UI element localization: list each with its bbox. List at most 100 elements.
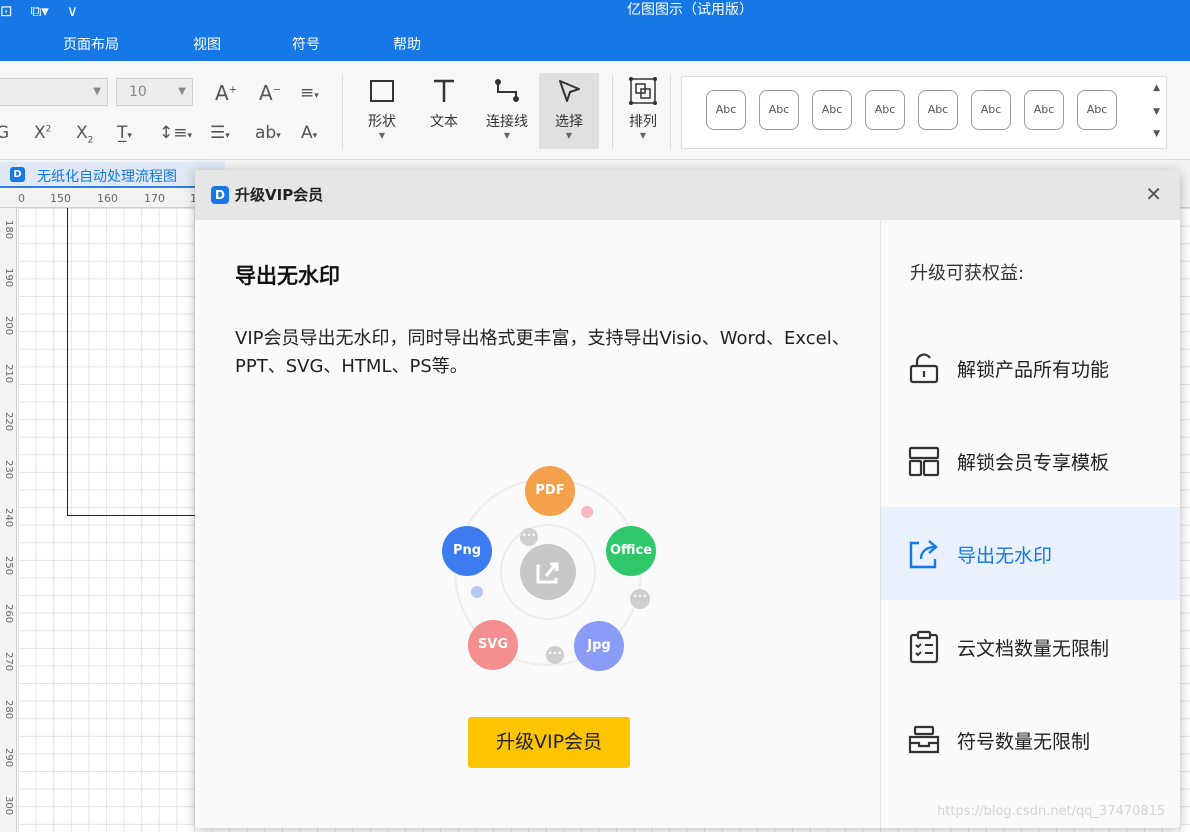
ruler-tick-label: 150	[50, 192, 71, 205]
scroll-up-icon[interactable]: ▲	[1153, 83, 1160, 93]
ruler-tick-label: 190	[3, 268, 14, 288]
chevron-down-icon: ▼	[178, 86, 186, 97]
diagram-connector-line[interactable]	[67, 515, 197, 516]
document-tab[interactable]: D 无纸化自动处理流程图	[0, 162, 225, 188]
dialog-title: 升级VIP会员	[235, 186, 324, 204]
chevron-down-icon: ▼	[503, 131, 511, 140]
benefit-export-no-watermark[interactable]: 导出无水印	[881, 507, 1180, 600]
select-tool-label: 选择	[555, 114, 583, 130]
line-spacing-icon[interactable]: ↕≡▾	[159, 123, 192, 143]
benefit-member-templates[interactable]: 解锁会员专享模板	[881, 414, 1180, 507]
ruler-tick-label: 280	[3, 700, 14, 720]
menu-bar: 页面布局 视图 符号 帮助	[0, 24, 1190, 61]
window-title: 亿图图示（试用版）	[627, 2, 753, 18]
benefit-unlock-features[interactable]: 解锁产品所有功能	[881, 321, 1180, 414]
pdf-format-badge: PDF	[525, 466, 575, 516]
style-swatch[interactable]: Abc	[1077, 90, 1117, 130]
style-swatch[interactable]: Abc	[706, 90, 746, 130]
connector-icon	[495, 79, 519, 102]
shape-tool-label: 形状	[368, 114, 396, 130]
decorative-dot	[581, 506, 593, 518]
chevron-down-icon: ▼	[639, 131, 647, 140]
decrease-font-icon[interactable]: A−	[259, 81, 281, 105]
text-tool-label: 文本	[430, 114, 458, 130]
ruler-tick-label: 160	[97, 192, 118, 205]
ribbon-toolbar: ▼ 10 ▼ A+ A− ≡▾ G X2 X2 T̲▾ ↕≡▾ ☰▾ ab▾ A…	[0, 61, 1190, 160]
font-family-select[interactable]: ▼	[0, 78, 108, 106]
upgrade-vip-dialog: D 升级VIP会员 ✕ 导出无水印 VIP会员导出无水印，同时导出格式更丰富，支…	[195, 170, 1180, 828]
select-tool-button[interactable]: 选择 ▼	[539, 73, 599, 149]
ruler-tick-label: 200	[3, 316, 14, 336]
ruler-tick-label: 240	[3, 508, 14, 528]
benefit-unlimited-symbols[interactable]: 符号数量无限制	[881, 693, 1180, 786]
pointer-icon	[559, 80, 580, 102]
benefit-unlimited-cloud-docs[interactable]: 云文档数量无限制	[881, 600, 1180, 693]
align-icon[interactable]: ≡▾	[300, 83, 319, 103]
benefits-title: 升级可获权益:	[910, 263, 1025, 284]
export-formats-illustration: PDF Office Jpg SVG Png ••• ••• •••	[440, 464, 660, 674]
clipboard-list-icon	[909, 630, 939, 664]
style-swatch[interactable]: Abc	[759, 90, 799, 130]
arrange-tool-button[interactable]: 排列 ▼	[613, 73, 673, 149]
export-icon	[520, 544, 576, 600]
font-color-icon[interactable]: A▾	[301, 123, 317, 143]
diagram-connector-line[interactable]	[67, 208, 68, 516]
style-swatch[interactable]: Abc	[812, 90, 852, 130]
superscript-icon[interactable]: X2	[34, 123, 51, 143]
stack-icon	[908, 725, 940, 754]
watermark-text: https://blog.csdn.net/qq_37470815	[937, 804, 1166, 819]
ruler-tick-label: 0	[18, 192, 25, 205]
case-icon[interactable]: ab▾	[255, 123, 281, 143]
ruler-tick-label: 300	[3, 796, 14, 816]
benefit-label: 导出无水印	[957, 545, 1053, 567]
ruler-tick-label: 270	[3, 652, 14, 672]
dialog-header: D 升级VIP会员 ✕	[195, 170, 1180, 220]
ruler-tick-label: 230	[3, 460, 14, 480]
title-bar: ⊡ ⧉▾ ∨ 亿图图示（试用版）	[0, 0, 1190, 24]
menu-help[interactable]: 帮助	[393, 34, 421, 54]
feature-description: VIP会员导出无水印，同时导出格式更丰富，支持导出Visio、Word、Exce…	[235, 328, 850, 377]
app-logo-icon: D	[211, 186, 229, 204]
connector-tool-label: 连接线	[486, 114, 528, 130]
text-format-icon[interactable]: T̲▾	[117, 123, 132, 143]
unlock-icon	[909, 353, 939, 384]
document-tab-label: 无纸化自动处理流程图	[37, 169, 177, 185]
subscript-icon[interactable]: X2	[76, 123, 93, 145]
template-icon	[908, 446, 940, 477]
font-size-select[interactable]: 10 ▼	[116, 78, 193, 106]
ruler-tick-label: 290	[3, 748, 14, 768]
style-swatch[interactable]: Abc	[1024, 90, 1064, 130]
arrange-icon	[629, 77, 657, 105]
menu-symbols[interactable]: 符号	[292, 34, 320, 54]
bullet-list-icon[interactable]: ☰▾	[210, 123, 230, 143]
style-swatch[interactable]: Abc	[918, 90, 958, 130]
benefit-label: 符号数量无限制	[957, 731, 1091, 753]
increase-font-icon[interactable]: A+	[215, 81, 237, 105]
shape-tool-button[interactable]: 形状 ▼	[352, 73, 412, 149]
text-tool-button[interactable]: 文本	[414, 73, 474, 149]
font-size-value: 10	[129, 84, 147, 100]
chevron-down-icon: ▼	[378, 131, 386, 140]
style-swatch[interactable]: Abc	[971, 90, 1011, 130]
gallery-expand-icon[interactable]: ▼	[1153, 129, 1160, 139]
menu-view[interactable]: 视图	[193, 34, 221, 54]
style-gallery: Abc Abc Abc Abc Abc Abc Abc Abc ▲ ▼ ▼	[681, 76, 1167, 149]
style-swatch[interactable]: Abc	[865, 90, 905, 130]
text-icon	[434, 79, 454, 102]
export-icon	[909, 540, 938, 569]
scroll-down-icon[interactable]: ▼	[1153, 107, 1160, 117]
benefit-label: 解锁产品所有功能	[957, 359, 1110, 381]
close-icon[interactable]: ✕	[1145, 182, 1162, 206]
chevron-down-icon: ▼	[565, 131, 573, 140]
ruler-tick-label: 260	[3, 604, 14, 624]
jpg-format-badge: Jpg	[574, 621, 624, 671]
vertical-ruler: 180 190 200 210 220 230 240 250 260 270 …	[0, 208, 17, 832]
benefit-label: 云文档数量无限制	[957, 638, 1110, 660]
upgrade-vip-button[interactable]: 升级VIP会员	[468, 717, 630, 768]
menu-page-layout[interactable]: 页面布局	[63, 34, 119, 54]
strikethrough-icon[interactable]: G	[0, 123, 9, 143]
more-icon: •••	[520, 528, 538, 546]
benefit-label: 解锁会员专享模板	[957, 452, 1110, 474]
connector-tool-button[interactable]: 连接线 ▼	[477, 73, 537, 149]
office-format-badge: Office	[606, 526, 656, 576]
